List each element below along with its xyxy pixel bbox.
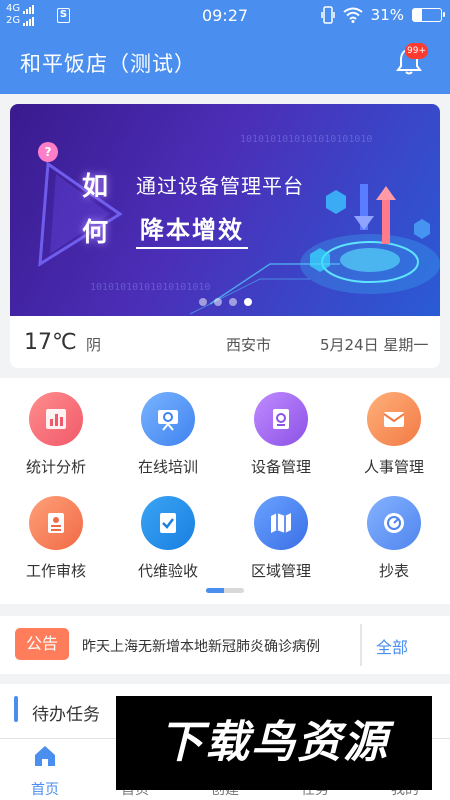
menu-label: 人事管理: [363, 458, 424, 476]
page-title: 和平饭店（测试）: [20, 52, 196, 76]
home-icon: [35, 746, 55, 766]
announcement-text[interactable]: 昨天上海无新增本地新冠肺炎确诊病例: [82, 636, 346, 656]
feature-grid: 统计分析 在线培训 设备管理 人事管理 工作审核 代维验收 区域管理 抄表: [0, 378, 450, 604]
carousel-dot[interactable]: [243, 298, 252, 306]
binary-text: 1010101010101010101010: [240, 134, 373, 145]
tab-label: 首页: [31, 782, 59, 798]
tab-home[interactable]: 首页: [0, 743, 90, 799]
acceptance-icon: [141, 496, 195, 550]
device-icon: [254, 392, 308, 446]
vibrate-icon: [320, 6, 335, 24]
weather-city: 西安市: [226, 336, 272, 354]
banner-subheadline: 降本增效: [136, 208, 248, 249]
announcement-badge: 公告: [15, 628, 69, 660]
banner-char-2: 何: [82, 218, 109, 248]
banner-headline: 通过设备管理平台: [136, 174, 304, 198]
audit-icon: [29, 496, 83, 550]
menu-item-audit[interactable]: 工作审核: [0, 496, 112, 581]
menu-item-area[interactable]: 区域管理: [225, 496, 337, 581]
watermark-logo: 下载鸟资源: [116, 696, 432, 790]
banner-card: 1010101010101010101010 10101010101010101…: [10, 104, 440, 368]
menu-item-meter[interactable]: 抄表: [338, 496, 450, 581]
binary-text: 10101010101010101010: [90, 282, 211, 293]
banner-carousel[interactable]: 1010101010101010101010 10101010101010101…: [10, 104, 440, 316]
todo-title: 待办任务: [32, 705, 100, 725]
divider: [360, 624, 362, 666]
weather-temperature: 17℃: [24, 330, 77, 355]
menu-label: 代维验收: [137, 562, 198, 580]
section-accent: [14, 696, 18, 722]
carousel-dots[interactable]: [10, 298, 440, 306]
menu-item-hr[interactable]: 人事管理: [338, 392, 450, 477]
menu-label: 统计分析: [25, 458, 86, 476]
carousel-dot[interactable]: [213, 298, 222, 306]
menu-label: 区域管理: [250, 562, 311, 580]
notification-badge: 99+: [405, 43, 428, 59]
app-header: 和平饭店（测试）: [0, 32, 450, 94]
announcement-bar[interactable]: 公告 昨天上海无新增本地新冠肺炎确诊病例 全部: [0, 616, 450, 674]
menu-label: 工作审核: [25, 562, 86, 580]
stats-icon: [29, 392, 83, 446]
view-all-link[interactable]: 全部: [376, 634, 408, 658]
menu-label: 抄表: [378, 562, 409, 580]
weather-date: 5月24日 星期一: [320, 336, 429, 354]
menu-item-stats[interactable]: 统计分析: [0, 392, 112, 477]
weather-description: 阴: [86, 336, 102, 354]
training-icon: [141, 392, 195, 446]
battery-percent: 31%: [370, 6, 404, 24]
wifi-icon: [343, 7, 363, 23]
carousel-dot[interactable]: [198, 298, 207, 306]
menu-item-training[interactable]: 在线培训: [112, 392, 224, 477]
hr-icon: [367, 392, 421, 446]
menu-label: 设备管理: [250, 458, 311, 476]
menu-item-device[interactable]: 设备管理: [225, 392, 337, 477]
grid-pager: [206, 588, 244, 593]
menu-label: 在线培训: [137, 458, 198, 476]
menu-item-acceptance[interactable]: 代维验收: [112, 496, 224, 581]
status-right: 31%: [320, 6, 445, 24]
banner-char-1: 如: [82, 172, 109, 202]
area-icon: [254, 496, 308, 550]
question-icon: ?: [38, 142, 58, 162]
battery-icon: [412, 8, 445, 22]
meter-icon: [367, 496, 421, 550]
status-bar: 4G 2G S 09:27 31%: [0, 0, 450, 32]
carousel-dot[interactable]: [228, 298, 237, 306]
